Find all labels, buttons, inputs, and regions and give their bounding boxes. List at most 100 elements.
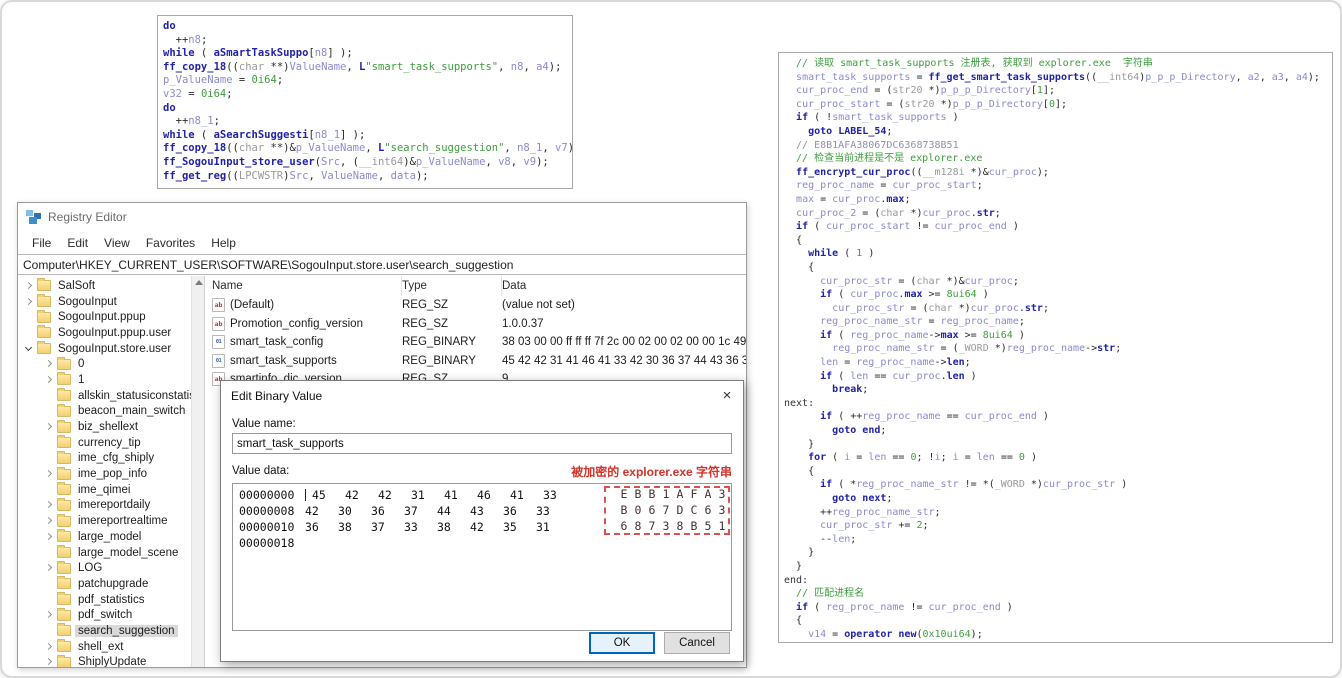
ascii-char[interactable]: 3 <box>715 503 729 517</box>
tree-scrollbar[interactable] <box>191 276 204 667</box>
chevron-icon[interactable] <box>23 343 35 355</box>
hex-byte[interactable]: 38 <box>338 520 371 534</box>
ascii-char[interactable]: 1 <box>715 519 729 533</box>
tree-item-pdf_switch[interactable]: pdf_switch <box>18 607 204 623</box>
chevron-icon[interactable] <box>43 578 55 590</box>
chevron-icon[interactable] <box>43 531 55 543</box>
tree-item-ime_cfg_shiply[interactable]: ime_cfg_shiply <box>18 450 204 467</box>
ascii-char[interactable]: 0 <box>631 503 645 517</box>
tree-item-imereportrealtime[interactable]: imereportrealtime <box>18 513 204 529</box>
ascii-char[interactable]: B <box>645 487 659 501</box>
registry-value-row[interactable]: ab Promotion_config_version REG_SZ 1.0.0.37 <box>205 315 746 334</box>
tree-item-sogouinput[interactable]: SogouInput <box>18 294 204 310</box>
tree-item-large_model_scene[interactable]: large_model_scene <box>18 545 204 561</box>
hex-byte[interactable]: 36 <box>503 504 536 518</box>
hex-byte[interactable]: 30 <box>338 504 371 518</box>
hex-byte[interactable]: 42 <box>305 504 338 518</box>
hex-byte[interactable]: 42 <box>345 488 378 502</box>
ascii-char[interactable]: 8 <box>673 519 687 533</box>
ascii-char[interactable]: C <box>687 503 701 517</box>
hex-byte[interactable]: 33 <box>543 488 576 502</box>
ascii-char[interactable]: B <box>687 519 701 533</box>
ascii-char[interactable]: 6 <box>617 519 631 533</box>
chevron-icon[interactable] <box>43 609 55 621</box>
ascii-char[interactable]: E <box>617 487 631 501</box>
tree-item-salsoft[interactable]: SalSoft <box>18 278 204 294</box>
chevron-icon[interactable] <box>23 296 35 308</box>
tree-item-imereportdaily[interactable]: imereportdaily <box>18 497 204 514</box>
menu-item-file[interactable]: File <box>24 234 59 252</box>
hex-byte[interactable]: 43 <box>470 504 503 518</box>
values-header-row[interactable]: Name Type Data <box>205 276 746 296</box>
ascii-char[interactable]: 6 <box>701 503 715 517</box>
hex-byte[interactable]: 37 <box>371 520 404 534</box>
hex-byte[interactable]: 31 <box>536 520 569 534</box>
chevron-icon[interactable] <box>43 547 55 559</box>
tree-item-shiplyupdate[interactable]: ShiplyUpdate <box>18 654 204 667</box>
chevron-icon[interactable] <box>43 562 55 574</box>
title-bar[interactable]: Registry Editor <box>18 203 746 231</box>
chevron-icon[interactable] <box>43 594 55 606</box>
menu-item-help[interactable]: Help <box>203 234 244 252</box>
tree-item-log[interactable]: LOG <box>18 560 204 576</box>
column-header-name[interactable]: Name <box>205 276 402 296</box>
chevron-icon[interactable] <box>23 280 35 292</box>
hex-byte[interactable]: 41 <box>444 488 477 502</box>
hex-byte[interactable]: 36 <box>371 504 404 518</box>
hex-byte[interactable]: 38 <box>437 520 470 534</box>
hex-byte[interactable]: 46 <box>477 488 510 502</box>
ascii-char[interactable]: 7 <box>659 503 673 517</box>
hex-editor[interactable]: 00000000 45 42 42 31 41 46 41 33 E B B 1 A F A 3 00000008… <box>232 483 732 631</box>
menu-item-edit[interactable]: Edit <box>59 234 96 252</box>
chevron-icon[interactable] <box>43 656 55 667</box>
ascii-char[interactable]: D <box>673 503 687 517</box>
hex-byte[interactable]: 37 <box>404 504 437 518</box>
ascii-char[interactable]: 7 <box>645 519 659 533</box>
chevron-icon[interactable] <box>23 311 35 323</box>
column-header-data[interactable]: Data <box>502 280 746 292</box>
close-icon[interactable]: × <box>711 381 743 410</box>
chevron-icon[interactable] <box>43 515 55 527</box>
tree-item-1[interactable]: 1 <box>18 372 204 388</box>
chevron-icon[interactable] <box>43 421 55 433</box>
registry-value-row[interactable]: 01 smart_task_config REG_BINARY 38 03 00 00… <box>205 333 746 352</box>
chevron-icon[interactable] <box>43 484 55 496</box>
ascii-char[interactable]: 5 <box>701 519 715 533</box>
tree-item-shell_ext[interactable]: shell_ext <box>18 639 204 655</box>
hex-byte[interactable]: 33 <box>404 520 437 534</box>
hex-byte[interactable]: 42 <box>378 488 411 502</box>
ascii-char[interactable]: 1 <box>659 487 673 501</box>
tree-item-allskin_statusiconstatistics[interactable]: allskin_statusiconstatistics <box>18 388 204 404</box>
ascii-char[interactable]: F <box>687 487 701 501</box>
tree-item-biz_shellext[interactable]: biz_shellext <box>18 419 204 435</box>
ascii-char[interactable]: A <box>701 487 715 501</box>
hex-byte[interactable]: 36 <box>305 520 338 534</box>
chevron-icon[interactable] <box>43 641 55 653</box>
ok-button[interactable]: OK <box>589 632 655 654</box>
chevron-icon[interactable] <box>43 374 55 386</box>
chevron-icon[interactable] <box>43 499 55 511</box>
chevron-icon[interactable] <box>43 358 55 370</box>
chevron-icon[interactable] <box>43 452 55 464</box>
tree-item-ime_qimei[interactable]: ime_qimei <box>18 482 204 498</box>
address-bar[interactable]: Computer\HKEY_CURRENT_USER\SOFTWARE\Sogo… <box>18 254 746 275</box>
hex-byte[interactable]: 42 <box>470 520 503 534</box>
hex-byte[interactable]: 35 <box>503 520 536 534</box>
menu-item-favorites[interactable]: Favorites <box>138 234 203 252</box>
chevron-icon[interactable] <box>43 405 55 417</box>
hex-byte[interactable]: 41 <box>510 488 543 502</box>
ascii-char[interactable]: 3 <box>715 487 729 501</box>
scroll-up-icon[interactable] <box>195 280 203 285</box>
registry-value-row[interactable]: ab (Default) REG_SZ (value not set) <box>205 296 746 315</box>
ascii-char[interactable]: B <box>617 503 631 517</box>
chevron-icon[interactable] <box>23 327 35 339</box>
tree-item-sogouinput.ppup.user[interactable]: SogouInput.ppup.user <box>18 325 204 341</box>
menu-item-view[interactable]: View <box>96 234 138 252</box>
dialog-title-bar[interactable]: Edit Binary Value × <box>221 381 743 410</box>
chevron-icon[interactable] <box>43 468 55 480</box>
hex-byte[interactable]: 31 <box>411 488 444 502</box>
ascii-char[interactable]: 8 <box>631 519 645 533</box>
ascii-char[interactable]: A <box>673 487 687 501</box>
ascii-char[interactable]: 3 <box>659 519 673 533</box>
tree-item-pdf_statistics[interactable]: pdf_statistics <box>18 592 204 608</box>
